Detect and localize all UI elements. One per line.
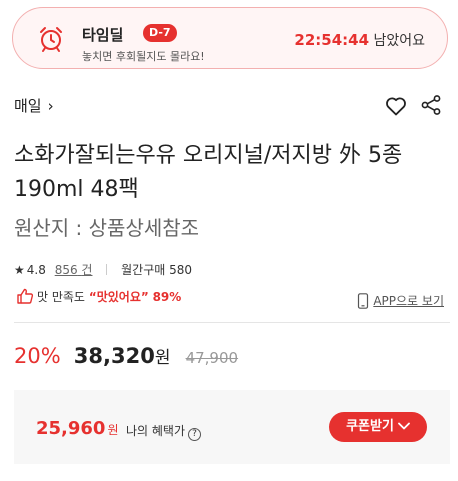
monthly-purchase-label: 월간구매 bbox=[121, 263, 166, 277]
help-circle-icon[interactable]: ? bbox=[188, 428, 202, 441]
original-price: 47,900 bbox=[185, 349, 239, 367]
taste-satisfaction: 맛 만족도 “맛있어요” 89% bbox=[16, 287, 181, 307]
sale-price-currency: 원 bbox=[154, 348, 171, 368]
divider bbox=[106, 264, 108, 275]
chevron-down-icon bbox=[398, 412, 410, 442]
taste-percent: 89% bbox=[152, 290, 182, 304]
review-unit: 건 bbox=[81, 263, 93, 277]
review-count: 856 bbox=[54, 263, 78, 277]
taste-label: 맛 만족도 bbox=[37, 290, 85, 304]
get-coupon-label: 쿠폰받기 bbox=[346, 419, 394, 434]
alarm-clock-icon bbox=[40, 27, 62, 52]
review-count-link[interactable]: 856 건 bbox=[55, 263, 93, 277]
monthly-purchase-count: 580 bbox=[169, 263, 193, 277]
countdown-time: 22:54:44 bbox=[294, 31, 370, 49]
product-origin: 원산지 : 상품상세참조 bbox=[14, 216, 200, 240]
timedeal-banner[interactable]: 타임딜 D-7 놓치면 후회될지도 몰라요! 22:54:44 남았어요 bbox=[12, 7, 448, 69]
taste-highlight: “맛있어요” bbox=[88, 290, 149, 304]
heart-icon[interactable] bbox=[384, 94, 408, 118]
rating-row: ★ 4.8 856 건 월간구매 580 bbox=[14, 261, 192, 278]
section-divider bbox=[14, 322, 450, 323]
discount-rate: 20% bbox=[14, 344, 61, 368]
countdown-suffix: 남았어요 bbox=[369, 33, 425, 49]
chevron-right-icon: › bbox=[47, 97, 54, 115]
breadcrumb-row: 매일 › bbox=[14, 94, 444, 118]
phone-icon bbox=[358, 293, 369, 309]
rating-score: 4.8 bbox=[26, 263, 46, 277]
timedeal-title: 타임딜 bbox=[82, 26, 124, 44]
d-day-badge: D-7 bbox=[143, 24, 177, 42]
benefit-price-value: 25,960 bbox=[36, 418, 106, 439]
benefit-price: 25,960 원 bbox=[36, 418, 119, 439]
sale-price: 38,320 bbox=[73, 344, 155, 368]
benefit-price-currency: 원 bbox=[107, 423, 119, 437]
share-icon[interactable] bbox=[420, 94, 442, 116]
breadcrumb[interactable]: 매일 › bbox=[14, 95, 54, 116]
coupon-benefit-box: 25,960 원 나의 혜택가? 쿠폰받기 bbox=[14, 390, 450, 464]
benefit-label: 나의 혜택가? bbox=[126, 422, 202, 441]
timedeal-subtitle: 놓치면 후회될지도 몰라요! bbox=[82, 50, 205, 63]
breadcrumb-label: 매일 bbox=[14, 97, 42, 115]
thumbs-up-icon bbox=[17, 288, 34, 304]
app-view-link[interactable]: APP으로 보기 bbox=[357, 292, 444, 309]
app-view-label: APP으로 보기 bbox=[373, 294, 444, 308]
benefit-label-text: 나의 혜택가 bbox=[126, 424, 186, 438]
timedeal-countdown: 22:54:44 남았어요 bbox=[294, 30, 425, 50]
get-coupon-button[interactable]: 쿠폰받기 bbox=[329, 412, 427, 442]
product-title: 소화가잘되는우유 오리지널/저지방 外 5종 190ml 48팩 bbox=[14, 143, 403, 202]
star-icon: ★ bbox=[14, 263, 25, 277]
price-row: 20% 38,320원 47,900 bbox=[14, 343, 238, 375]
